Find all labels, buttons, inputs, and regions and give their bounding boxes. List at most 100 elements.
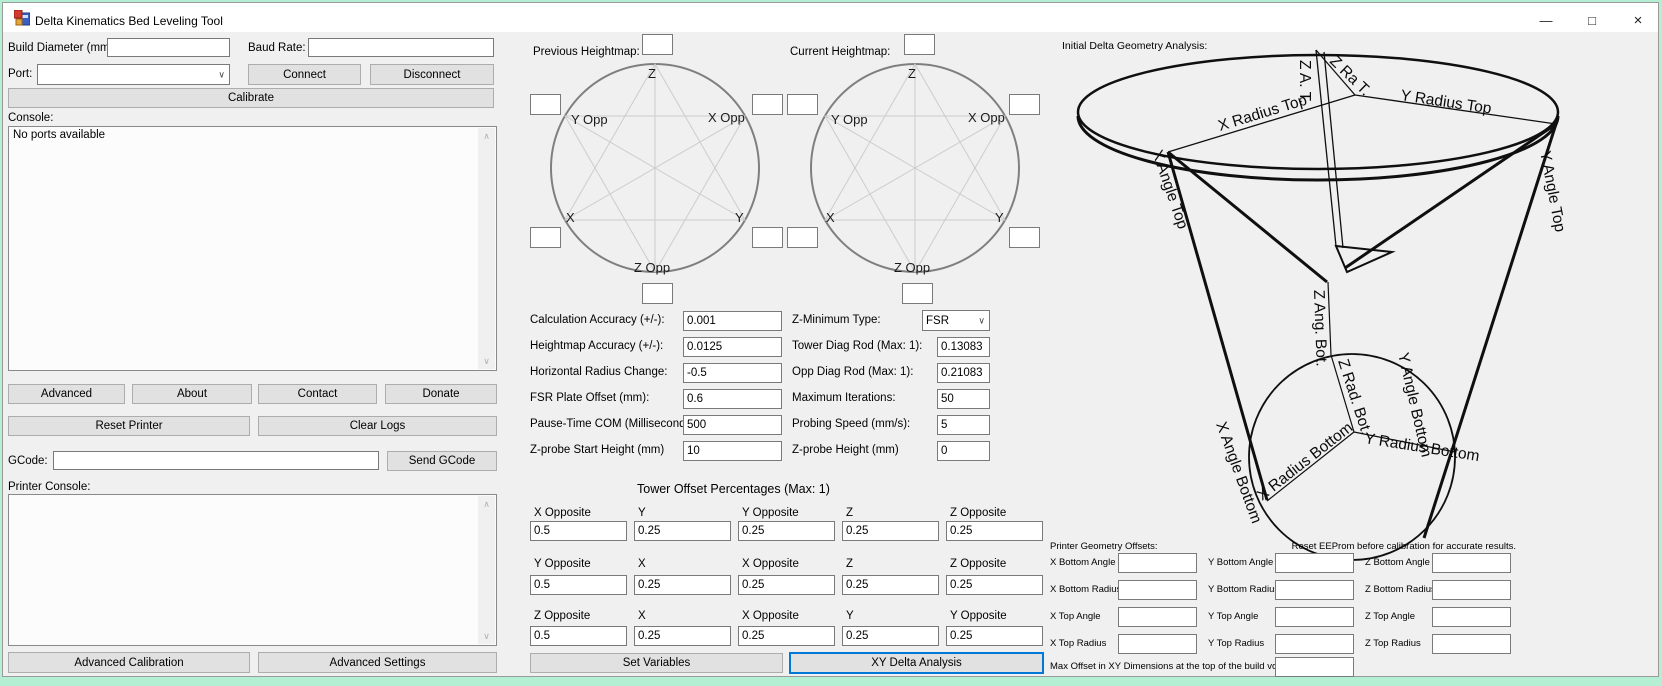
prev-point-x-label: X — [566, 210, 575, 225]
about-button[interactable]: About — [132, 384, 252, 404]
printer-console-output[interactable]: ∧ ∨ — [8, 494, 497, 646]
build-diameter-input[interactable] — [107, 38, 230, 57]
x-bottom-radius-label: X Bottom Radius — [1050, 584, 1121, 595]
curr-zopp-input[interactable] — [902, 283, 933, 304]
z-top-angle-input[interactable] — [1432, 607, 1511, 627]
y-top-angle-input[interactable] — [1275, 607, 1354, 627]
printer-console-scrollbar[interactable]: ∧ ∨ — [478, 496, 495, 644]
calculation-accuracy-input[interactable] — [683, 311, 782, 331]
heightmap-accuracy-label: Heightmap Accuracy (+/-): — [530, 340, 663, 352]
tower-offset-input-r2c0[interactable] — [530, 626, 627, 646]
y-top-radius-label: Y Top Radius — [1208, 638, 1264, 649]
calibrate-button[interactable]: Calibrate — [8, 88, 494, 108]
prev-point-z-label: Z — [648, 66, 656, 81]
contact-button[interactable]: Contact — [258, 384, 377, 404]
disconnect-button[interactable]: Disconnect — [370, 64, 494, 85]
max-offset-input[interactable] — [1275, 657, 1354, 677]
tower-offset-input-r1c4[interactable] — [946, 575, 1043, 595]
prev-zopp-input[interactable] — [642, 283, 673, 304]
z-minimum-type-label: Z-Minimum Type: — [792, 314, 881, 326]
xy-delta-analysis-button[interactable]: XY Delta Analysis — [789, 652, 1044, 674]
console-scrollbar[interactable]: ∧ ∨ — [478, 128, 495, 369]
prev-x-input[interactable] — [530, 227, 561, 248]
curr-heightmap-top-input[interactable] — [904, 34, 935, 55]
fsr-plate-offset-input[interactable] — [683, 389, 782, 409]
reset-printer-button[interactable]: Reset Printer — [8, 416, 250, 436]
tower-offset-input-r1c2[interactable] — [738, 575, 835, 595]
pause-time-com-input[interactable] — [683, 415, 782, 435]
z-top-radius-input[interactable] — [1432, 634, 1511, 654]
send-gcode-button[interactable]: Send GCode — [387, 451, 497, 471]
tower-offset-input-r2c2[interactable] — [738, 626, 835, 646]
close-button[interactable]: × — [1615, 6, 1661, 35]
x-top-radius-input[interactable] — [1118, 634, 1197, 654]
y-top-radius-input[interactable] — [1275, 634, 1354, 654]
tower-offset-label-r2c1: X — [638, 610, 646, 622]
maximize-button[interactable]: □ — [1569, 6, 1615, 35]
max-offset-label: Max Offset in XY Dimensions at the top o… — [1050, 661, 1300, 672]
curr-xopp-input[interactable] — [1009, 94, 1040, 115]
tower-offset-input-r0c0[interactable] — [530, 521, 627, 541]
advanced-settings-button[interactable]: Advanced Settings — [258, 652, 497, 673]
z-bottom-radius-input[interactable] — [1432, 580, 1511, 600]
build-diameter-label: Build Diameter (mm): — [8, 42, 117, 54]
probing-speed-input[interactable] — [937, 415, 990, 435]
y-top-angle-label: Y Top Angle — [1208, 611, 1258, 622]
minimize-button[interactable]: — — [1523, 6, 1569, 35]
tower-offset-input-r2c4[interactable] — [946, 626, 1043, 646]
tower-diag-rod-input[interactable] — [937, 337, 990, 357]
scroll-down-icon[interactable]: ∨ — [478, 628, 495, 644]
scroll-up-icon[interactable]: ∧ — [478, 128, 495, 144]
console-output[interactable]: No ports available ∧ ∨ — [8, 126, 497, 371]
gcode-input[interactable] — [53, 451, 379, 470]
prev-xopp-input[interactable] — [752, 94, 783, 115]
y-bottom-radius-input[interactable] — [1275, 580, 1354, 600]
maximum-iterations-input[interactable] — [937, 389, 990, 409]
x-bottom-radius-input[interactable] — [1118, 580, 1197, 600]
curr-yopp-input[interactable] — [787, 94, 818, 115]
z-minimum-type-value: FSR — [926, 315, 949, 327]
zprobe-height-input[interactable] — [937, 441, 990, 461]
prev-y-input[interactable] — [752, 227, 783, 248]
curr-point-y-label: Y — [995, 210, 1004, 225]
donate-button[interactable]: Donate — [385, 384, 497, 404]
x-top-radius-label: X Top Radius — [1050, 638, 1106, 649]
tower-offset-input-r0c1[interactable] — [634, 521, 731, 541]
port-select[interactable]: ∨ — [37, 64, 230, 85]
console-label: Console: — [8, 112, 53, 124]
zprobe-start-height-input[interactable] — [683, 441, 782, 461]
prev-heightmap-top-input[interactable] — [642, 34, 673, 55]
curr-point-zopp-label: Z Opp — [894, 260, 930, 275]
baud-rate-input[interactable] — [308, 38, 494, 57]
connect-button[interactable]: Connect — [248, 64, 361, 85]
heightmap-accuracy-input[interactable] — [683, 337, 782, 357]
horizontal-radius-change-input[interactable] — [683, 363, 782, 383]
z-bottom-angle-input[interactable] — [1432, 553, 1511, 573]
tower-offset-input-r0c3[interactable] — [842, 521, 939, 541]
tower-offset-input-r0c4[interactable] — [946, 521, 1043, 541]
curr-y-input[interactable] — [1009, 227, 1040, 248]
tower-offset-input-r1c0[interactable] — [530, 575, 627, 595]
advanced-button[interactable]: Advanced — [8, 384, 125, 404]
tower-offset-input-r2c3[interactable] — [842, 626, 939, 646]
x-bottom-angle-input[interactable] — [1118, 553, 1197, 573]
advanced-calibration-button[interactable]: Advanced Calibration — [8, 652, 250, 673]
clear-logs-button[interactable]: Clear Logs — [258, 416, 497, 436]
x-top-angle-label: X Top Angle — [1050, 611, 1101, 622]
y-bottom-angle-input[interactable] — [1275, 553, 1354, 573]
scroll-down-icon[interactable]: ∨ — [478, 353, 495, 369]
opp-diag-rod-input[interactable] — [937, 363, 990, 383]
scroll-up-icon[interactable]: ∧ — [478, 496, 495, 512]
tower-offset-input-r1c3[interactable] — [842, 575, 939, 595]
tower-offset-label-r1c3: Z — [846, 558, 853, 570]
tower-offset-label-r1c2: X Opposite — [742, 558, 799, 570]
curr-x-input[interactable] — [787, 227, 818, 248]
prev-yopp-input[interactable] — [530, 94, 561, 115]
tower-offset-input-r2c1[interactable] — [634, 626, 731, 646]
z-minimum-type-select[interactable]: FSR ∨ — [922, 310, 990, 331]
tower-offset-input-r1c1[interactable] — [634, 575, 731, 595]
tower-offset-input-r0c2[interactable] — [738, 521, 835, 541]
tower-offset-label-r1c0: Y Opposite — [534, 558, 591, 570]
x-top-angle-input[interactable] — [1118, 607, 1197, 627]
set-variables-button[interactable]: Set Variables — [530, 653, 783, 673]
